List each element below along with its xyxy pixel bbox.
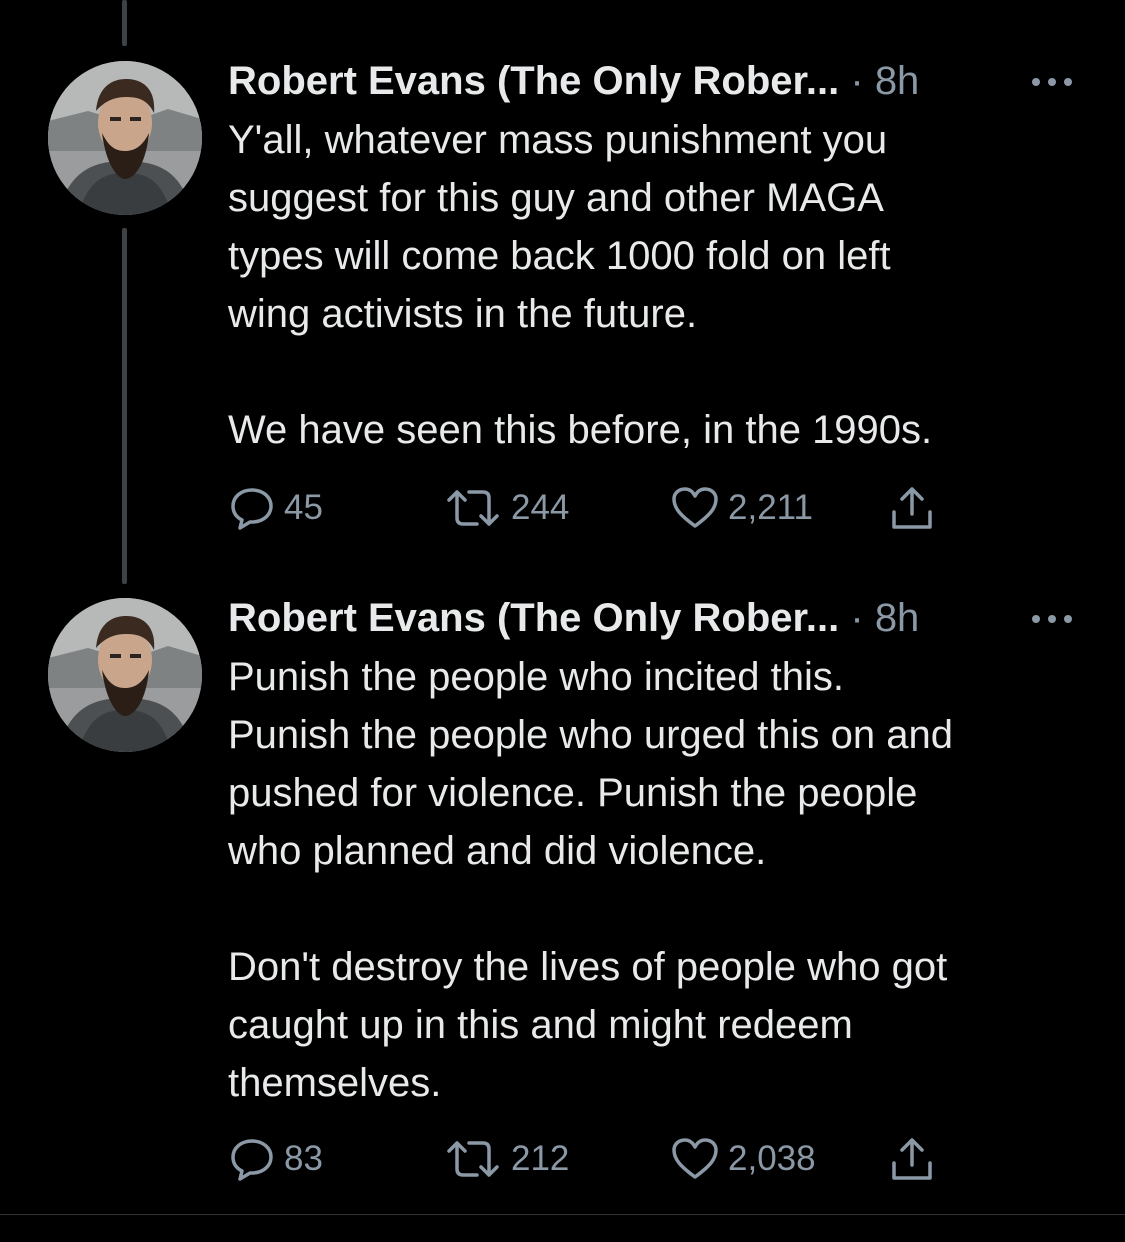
like-icon (672, 487, 718, 528)
reply-icon (231, 488, 273, 530)
reply-count: 45 (284, 488, 323, 527)
share-button[interactable] (888, 483, 936, 533)
tweet-time[interactable]: 8h (875, 596, 920, 640)
tweet[interactable]: Robert Evans (The Only Rober... · 8h Y'a… (0, 56, 1125, 536)
thread-line-top (122, 0, 127, 46)
tweet-actions: 83 212 2,038 (228, 1134, 1028, 1184)
avatar-photo (48, 598, 202, 752)
like-count: 2,038 (728, 1139, 816, 1178)
tweet-text: Punish the people who incited this. Puni… (228, 655, 953, 1105)
share-button[interactable] (888, 1134, 936, 1184)
reply-icon (231, 1139, 273, 1181)
reply-button[interactable]: 45 (228, 483, 323, 533)
tweet-header: Robert Evans (The Only Rober... · 8h (228, 593, 1088, 643)
retweet-icon (447, 490, 499, 526)
header-separator: · (850, 596, 864, 640)
reply-count: 83 (284, 1139, 323, 1178)
more-icon[interactable] (1030, 76, 1074, 88)
author-name[interactable]: Robert Evans (The Only Rober... (228, 59, 839, 103)
author-name[interactable]: Robert Evans (The Only Rober... (228, 596, 839, 640)
like-button[interactable]: 2,038 (670, 1134, 816, 1184)
retweet-count: 212 (511, 1139, 570, 1178)
like-button[interactable]: 2,211 (670, 483, 813, 533)
like-count: 2,211 (728, 488, 813, 527)
tweet-time[interactable]: 8h (875, 59, 920, 103)
like-icon (672, 1138, 718, 1179)
avatar-photo (48, 61, 202, 215)
tweet-text: Y'all, whatever mass punishment you sugg… (228, 118, 933, 452)
share-icon (892, 487, 932, 529)
divider (0, 1214, 1125, 1215)
tweet-header: Robert Evans (The Only Rober... · 8h (228, 56, 1088, 106)
retweet-button[interactable]: 212 (443, 1134, 569, 1184)
avatar[interactable] (48, 61, 202, 215)
retweet-icon (447, 1141, 499, 1177)
more-icon[interactable] (1030, 613, 1074, 625)
share-icon (892, 1138, 932, 1180)
avatar[interactable] (48, 598, 202, 752)
header-separator: · (850, 59, 864, 103)
tweet-actions: 45 244 2,211 (228, 483, 1028, 533)
retweet-count: 244 (511, 488, 570, 527)
retweet-button[interactable]: 244 (443, 483, 569, 533)
reply-button[interactable]: 83 (228, 1134, 323, 1184)
tweet[interactable]: Robert Evans (The Only Rober... · 8h Pun… (0, 593, 1125, 1193)
